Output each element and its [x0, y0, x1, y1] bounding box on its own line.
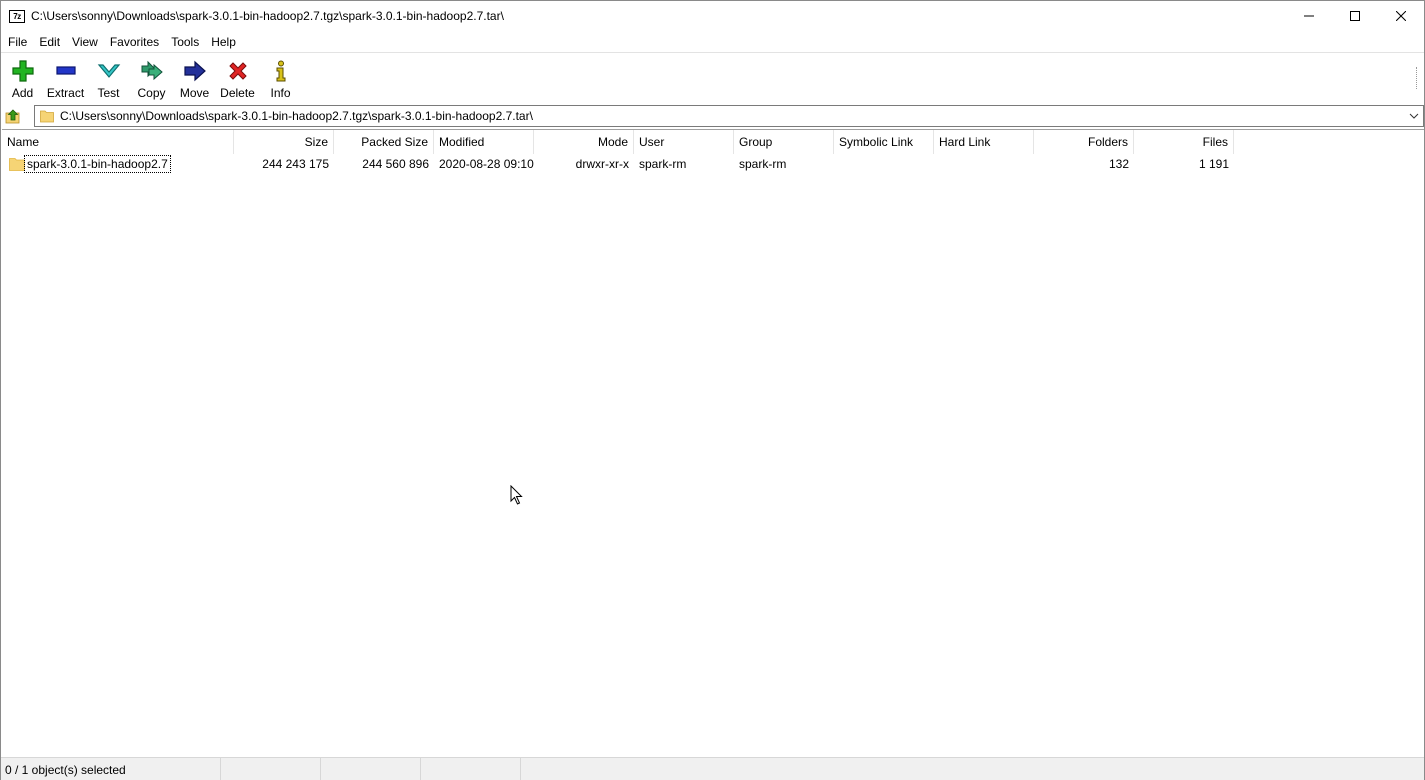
- add-button[interactable]: Add: [1, 53, 44, 101]
- close-button[interactable]: [1378, 1, 1424, 31]
- app-logo-icon: 7z: [9, 9, 25, 23]
- column-header-mode[interactable]: Mode: [534, 130, 634, 154]
- minus-icon: [55, 65, 76, 75]
- mouse-cursor-icon: [510, 485, 523, 505]
- menu-tools[interactable]: Tools: [165, 32, 205, 52]
- row-folders: 132: [1108, 157, 1129, 171]
- address-bar: C:\Users\sonny\Downloads\spark-3.0.1-bin…: [1, 104, 1424, 128]
- app-window: 7z C:\Users\sonny\Downloads\spark-3.0.1-…: [0, 0, 1425, 780]
- info-button[interactable]: Info: [259, 53, 302, 101]
- toolbar: Add Extract Test Copy Move Delete Info: [1, 52, 1424, 102]
- move-label: Move: [179, 86, 210, 100]
- address-input[interactable]: C:\Users\sonny\Downloads\spark-3.0.1-bin…: [34, 105, 1424, 127]
- column-header-packed-size[interactable]: Packed Size: [334, 130, 434, 154]
- window-controls: [1286, 1, 1424, 31]
- x-icon: [228, 61, 247, 80]
- row-files: 1 191: [1198, 157, 1229, 171]
- table-row[interactable]: spark-3.0.1-bin-hadoop2.7 244 243 175 24…: [2, 154, 1424, 174]
- chevron-down-icon: [1409, 113, 1419, 119]
- folder-up-icon: [5, 109, 20, 124]
- extract-label: Extract: [46, 86, 85, 100]
- column-header-user[interactable]: User: [634, 130, 734, 154]
- plus-icon: [11, 59, 34, 82]
- row-size: 244 243 175: [262, 157, 329, 171]
- folder-icon: [40, 110, 54, 123]
- copy-label: Copy: [137, 86, 166, 100]
- column-header-modified[interactable]: Modified: [434, 130, 534, 154]
- test-label: Test: [97, 86, 120, 100]
- address-dropdown-button[interactable]: [1407, 109, 1421, 123]
- column-header-symbolic-link[interactable]: Symbolic Link: [834, 130, 934, 154]
- menu-bar: File Edit View Favorites Tools Help: [1, 32, 1424, 52]
- status-cell-3: [321, 758, 421, 780]
- address-path: C:\Users\sonny\Downloads\spark-3.0.1-bin…: [60, 109, 533, 123]
- copy-button[interactable]: Copy: [130, 53, 173, 101]
- column-header-files[interactable]: Files: [1134, 130, 1234, 154]
- toolbar-grip[interactable]: [1416, 67, 1418, 89]
- folder-icon: [9, 158, 25, 171]
- info-label: Info: [270, 86, 291, 100]
- row-name-cell[interactable]: spark-3.0.1-bin-hadoop2.7: [2, 154, 234, 174]
- menu-edit[interactable]: Edit: [33, 32, 66, 52]
- list-header: Name Size Packed Size Modified Mode User…: [2, 130, 1424, 154]
- row-user: spark-rm: [639, 157, 687, 171]
- row-group: spark-rm: [739, 157, 787, 171]
- info-icon: [276, 60, 285, 81]
- row-hard-link: [934, 154, 1034, 174]
- menu-help[interactable]: Help: [205, 32, 242, 52]
- menu-favorites[interactable]: Favorites: [104, 32, 165, 52]
- column-header-hard-link[interactable]: Hard Link: [934, 130, 1034, 154]
- status-cell-4: [421, 758, 521, 780]
- menu-view[interactable]: View: [66, 32, 104, 52]
- maximize-icon: [1350, 11, 1360, 21]
- row-mode: drwxr-xr-x: [575, 157, 629, 171]
- file-list[interactable]: Name Size Packed Size Modified Mode User…: [2, 129, 1424, 756]
- window-title: C:\Users\sonny\Downloads\spark-3.0.1-bin…: [31, 9, 504, 23]
- column-header-group[interactable]: Group: [734, 130, 834, 154]
- minimize-button[interactable]: [1286, 1, 1332, 31]
- row-symbolic-link: [834, 154, 934, 174]
- row-packed-size: 244 560 896: [362, 157, 429, 171]
- minimize-icon: [1304, 15, 1314, 17]
- maximize-button[interactable]: [1332, 1, 1378, 31]
- column-header-size[interactable]: Size: [234, 130, 334, 154]
- status-cell-2: [221, 758, 321, 780]
- extract-button[interactable]: Extract: [44, 53, 87, 101]
- check-down-icon: [97, 63, 120, 78]
- add-label: Add: [11, 86, 34, 100]
- test-button[interactable]: Test: [87, 53, 130, 101]
- close-icon: [1396, 11, 1406, 21]
- column-header-folders[interactable]: Folders: [1034, 130, 1134, 154]
- status-selection: 0 / 1 object(s) selected: [1, 758, 221, 780]
- folder-up-button[interactable]: [1, 104, 25, 128]
- column-header-name[interactable]: Name: [2, 130, 234, 154]
- title-bar[interactable]: 7z C:\Users\sonny\Downloads\spark-3.0.1-…: [1, 1, 1424, 31]
- menu-file[interactable]: File: [2, 32, 33, 52]
- arrow-right-icon: [183, 60, 206, 81]
- row-name: spark-3.0.1-bin-hadoop2.7: [24, 155, 171, 173]
- move-button[interactable]: Move: [173, 53, 216, 101]
- delete-label: Delete: [220, 86, 255, 100]
- row-modified: 2020-08-28 09:10: [439, 157, 534, 171]
- status-bar: 0 / 1 object(s) selected: [1, 757, 1424, 780]
- double-arrow-icon: [141, 60, 163, 80]
- delete-button[interactable]: Delete: [216, 53, 259, 101]
